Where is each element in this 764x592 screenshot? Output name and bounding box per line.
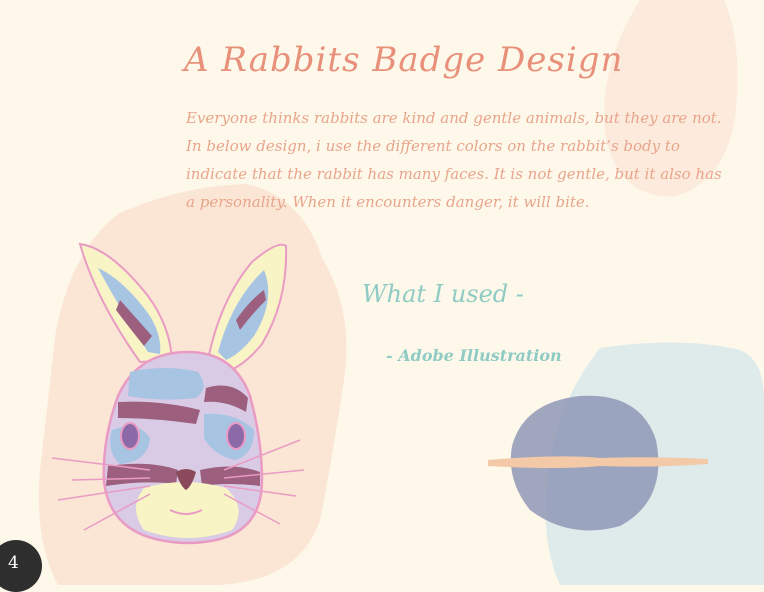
description-paragraph: Everyone thinks rabbits are kind and gen… [186, 109, 722, 211]
page-title: A Rabbits Badge Design [184, 40, 624, 80]
page-number: 4 [8, 553, 19, 573]
tool-item: - Adobe Illustration [386, 346, 562, 365]
tools-heading: What I used - [362, 280, 524, 308]
